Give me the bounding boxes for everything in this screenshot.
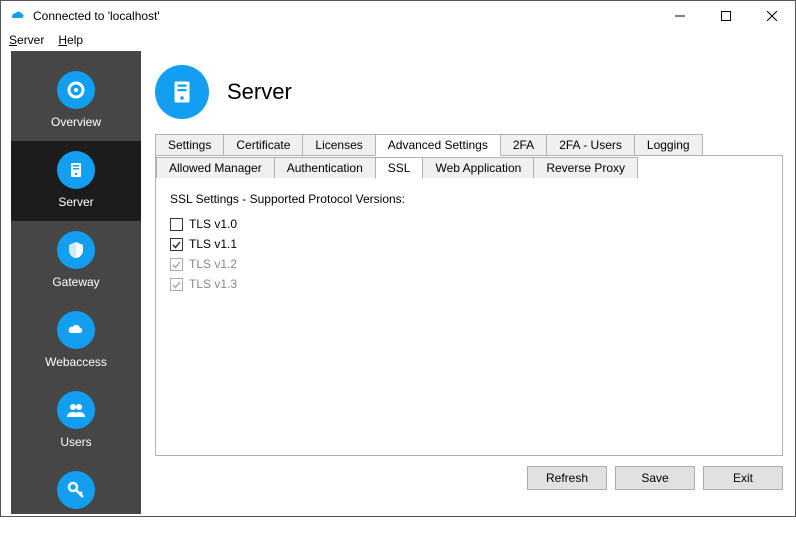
shield-icon [57,231,95,269]
checkbox-label: TLS v1.3 [189,277,237,291]
sidebar: Overview Server Gateway Webaccess Users [11,51,141,514]
server-icon [57,151,95,189]
checkbox-row-tls-v1-2: TLS v1.2 [170,254,768,274]
users-icon [57,391,95,429]
sidebar-item-label: Users [60,435,91,449]
page-title: Server [227,79,292,105]
titlebar: Connected to 'localhost' [1,1,795,31]
checkbox[interactable] [170,218,183,231]
sidebar-item-label: Webaccess [45,355,107,369]
checkbox [170,258,183,271]
tab-licenses[interactable]: Licenses [302,134,375,156]
sidebar-item-server[interactable]: Server [11,141,141,221]
tab-2fa-users[interactable]: 2FA - Users [546,134,635,156]
page-header: Server [155,65,783,119]
tabs-primary: SettingsCertificateLicensesAdvanced Sett… [155,133,783,456]
tab-panel-ssl: SSL Settings - Supported Protocol Versio… [155,178,783,456]
window-controls [657,1,795,31]
subtab-reverse-proxy[interactable]: Reverse Proxy [533,157,638,179]
tab-settings[interactable]: Settings [155,134,224,156]
menu-help-rest: elp [67,33,83,47]
sidebar-item-label: Server [58,195,93,209]
tab-logging[interactable]: Logging [634,134,703,156]
sidebar-item-gateway[interactable]: Gateway [11,221,141,301]
subtab-authentication[interactable]: Authentication [274,157,376,179]
maximize-button[interactable] [703,1,749,31]
checkbox[interactable] [170,238,183,251]
checkbox-label: TLS v1.0 [189,217,237,231]
minimize-button[interactable] [657,1,703,31]
subtab-allowed-manager[interactable]: Allowed Manager [156,157,275,179]
tab-certificate[interactable]: Certificate [223,134,303,156]
footer: Refresh Save Exit [155,456,783,490]
window-title: Connected to 'localhost' [33,9,160,23]
subtab-ssl[interactable]: SSL [375,157,424,179]
tab-panel-advanced-settings: Allowed ManagerAuthenticationSSLWeb Appl… [155,155,783,179]
sidebar-item-advanced-security[interactable]: Advanced Security [11,461,141,541]
server-icon [155,65,209,119]
close-button[interactable] [749,1,795,31]
tabs-secondary: Allowed ManagerAuthenticationSSLWeb Appl… [156,156,782,179]
save-button[interactable]: Save [615,466,695,490]
cloud-icon [57,311,95,349]
subtab-web-application[interactable]: Web Application [422,157,534,179]
tab-2fa[interactable]: 2FA [500,134,547,156]
exit-button[interactable]: Exit [703,466,783,490]
app-icon [9,8,25,24]
key-icon [57,471,95,509]
sidebar-item-label: Gateway [52,275,99,289]
sidebar-item-users[interactable]: Users [11,381,141,461]
ssl-section-title: SSL Settings - Supported Protocol Versio… [170,192,768,206]
checkbox [170,278,183,291]
sidebar-item-overview[interactable]: Overview [11,61,141,141]
menubar: Server Help [1,31,795,51]
overview-icon [57,71,95,109]
menu-server[interactable]: Server [9,33,44,47]
menu-server-rest: erver [17,33,44,47]
checkbox-row-tls-v1-0[interactable]: TLS v1.0 [170,214,768,234]
main: Overview Server Gateway Webaccess Users [1,51,795,514]
content: Server SettingsCertificateLicensesAdvanc… [141,51,795,514]
sidebar-item-label: Overview [51,115,101,129]
menu-help[interactable]: Help [58,33,83,47]
checkbox-label: TLS v1.1 [189,237,237,251]
sidebar-item-label: Advanced Security [26,515,126,529]
sidebar-item-webaccess[interactable]: Webaccess [11,301,141,381]
checkbox-label: TLS v1.2 [189,257,237,271]
tab-advanced-settings[interactable]: Advanced Settings [375,134,501,156]
refresh-button[interactable]: Refresh [527,466,607,490]
checkbox-row-tls-v1-3: TLS v1.3 [170,274,768,294]
checkbox-row-tls-v1-1[interactable]: TLS v1.1 [170,234,768,254]
